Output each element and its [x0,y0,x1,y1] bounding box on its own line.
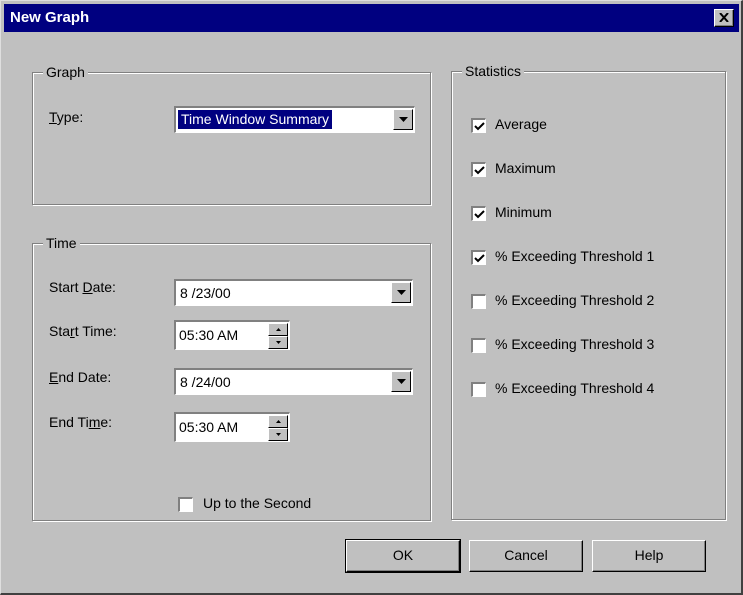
new-graph-dialog: New Graph Graph Type: Time Window Summar… [0,0,743,595]
statistics-group: Statistics Average Maximum Minimum % Exceed… [451,63,726,520]
end-time-value: 05:30 AM [179,419,239,435]
statistic-label[interactable]: % Exceeding Threshold 4 [495,380,654,396]
chevron-down-icon [397,379,406,384]
statistic-checkbox[interactable] [471,162,486,177]
end-time-spinner[interactable] [268,415,288,441]
spin-up-button[interactable] [268,323,288,336]
statistic-checkbox[interactable] [471,206,486,221]
cancel-button[interactable]: Cancel [469,540,583,572]
type-label: Type: [49,109,84,125]
checkmark-icon [474,210,485,219]
statistic-checkbox[interactable] [471,294,486,309]
up-to-second-label[interactable]: Up to the Second [203,495,311,511]
statistic-checkbox[interactable] [471,250,486,265]
statistic-label[interactable]: % Exceeding Threshold 3 [495,336,654,352]
statistics-group-legend: Statistics [462,63,525,79]
type-dropdown-value: Time Window Summary [176,109,334,130]
help-button[interactable]: Help [592,540,706,572]
graph-group: Graph Type: Time Window Summary [32,64,431,205]
chevron-down-icon [397,290,406,295]
title-bar[interactable]: New Graph [4,4,739,32]
arrow-down-icon [276,433,281,436]
start-date-dropdown-button[interactable] [391,282,411,303]
close-icon [719,13,729,22]
end-time-label: End Time: [49,414,113,430]
end-date-label: End Date: [49,369,112,385]
checkmark-icon [474,254,485,263]
close-button[interactable] [714,9,734,27]
start-date-picker[interactable]: 8 /23/00 [174,279,413,306]
time-group: Time Start Date: 8 /23/00 Start Time: 05… [32,235,431,521]
end-date-value: 8 /24/00 [180,374,231,390]
end-time-field[interactable]: 05:30 AM [174,412,290,442]
start-date-label: Start Date: [49,279,116,295]
statistic-label[interactable]: Maximum [495,160,556,176]
end-date-picker[interactable]: 8 /24/00 [174,368,413,395]
window-title: New Graph [10,9,90,26]
statistic-label[interactable]: Minimum [495,204,552,220]
time-group-legend: Time [43,235,80,251]
graph-group-legend: Graph [43,64,88,80]
spin-up-button[interactable] [268,415,288,428]
start-date-value: 8 /23/00 [180,285,231,301]
start-time-label: Start Time: [49,323,117,339]
spin-down-button[interactable] [268,428,288,441]
start-time-value: 05:30 AM [179,327,239,343]
statistic-checkbox[interactable] [471,118,486,133]
arrow-up-icon [276,420,281,423]
up-to-second-checkbox[interactable] [178,497,193,512]
chevron-down-icon [399,117,408,122]
checkmark-icon [474,122,485,131]
start-time-spinner[interactable] [268,323,288,349]
spin-down-button[interactable] [268,336,288,349]
start-time-field[interactable]: 05:30 AM [174,320,290,350]
type-dropdown-button[interactable] [393,109,413,130]
statistic-checkbox[interactable] [471,382,486,397]
statistic-label[interactable]: % Exceeding Threshold 1 [495,248,654,264]
statistic-label[interactable]: Average [495,116,547,132]
end-date-dropdown-button[interactable] [391,371,411,392]
ok-button[interactable]: OK [345,539,461,573]
arrow-up-icon [276,328,281,331]
statistic-checkbox[interactable] [471,338,486,353]
statistic-label[interactable]: % Exceeding Threshold 2 [495,292,654,308]
type-dropdown[interactable]: Time Window Summary [174,106,415,133]
checkmark-icon [474,166,485,175]
arrow-down-icon [276,341,281,344]
